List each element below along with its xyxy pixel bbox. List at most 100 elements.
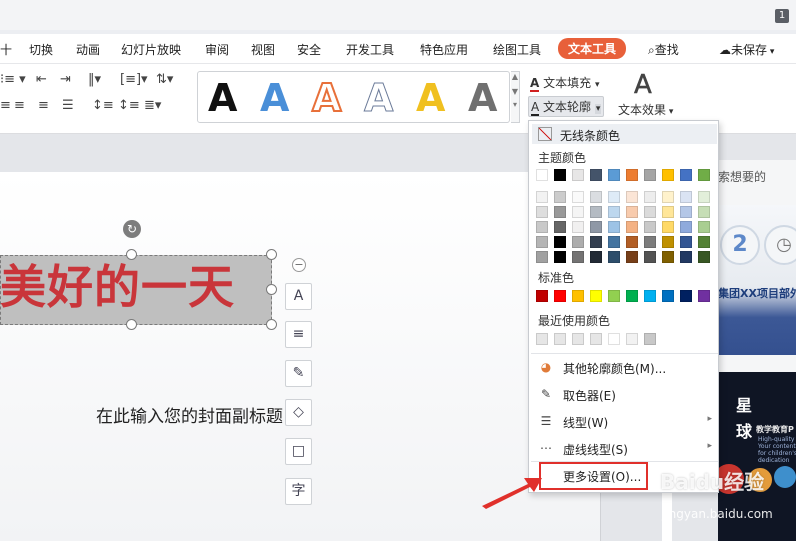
paragraph-spacing-icon[interactable]: ↕≡: [118, 98, 140, 113]
resize-handle-bottom[interactable]: [126, 319, 137, 330]
theme-shade-swatch[interactable]: [698, 206, 710, 218]
theme-shade-swatch[interactable]: [644, 221, 656, 233]
text-outline-button[interactable]: A 文本轮廓 ▾: [528, 96, 605, 117]
theme-shade-swatch[interactable]: [554, 191, 566, 203]
resize-handle-bottom-right[interactable]: [266, 319, 277, 330]
theme-shade-swatch[interactable]: [626, 206, 638, 218]
text-box-icon[interactable]: [≡]▾: [120, 72, 148, 87]
recent-color-swatch[interactable]: [644, 333, 656, 345]
text-style-gallery[interactable]: A A A A A A: [197, 71, 510, 123]
eyedropper-item[interactable]: ✎ 取色器(E): [531, 384, 718, 406]
style-sample-orange-outline[interactable]: A: [311, 75, 342, 121]
unsaved-status[interactable]: ☁未保存 ▾: [719, 41, 774, 58]
theme-shade-swatch[interactable]: [662, 236, 674, 248]
tab-text-tools[interactable]: 文本工具: [558, 38, 627, 59]
theme-shade-swatch[interactable]: [662, 251, 674, 263]
template-search-hint[interactable]: 索想要的: [718, 168, 766, 185]
tab-drawing-tools[interactable]: 绘图工具: [493, 41, 541, 58]
theme-shade-swatch[interactable]: [698, 236, 710, 248]
theme-shade-swatch[interactable]: [590, 191, 602, 203]
theme-shade-swatch[interactable]: [554, 206, 566, 218]
theme-shade-swatch[interactable]: [572, 251, 584, 263]
style-sample-gold[interactable]: A: [416, 76, 445, 120]
resize-handle-right[interactable]: [266, 284, 277, 295]
tab-review[interactable]: 审阅: [205, 41, 229, 58]
theme-shade-swatch[interactable]: [680, 251, 692, 263]
theme-shade-swatch[interactable]: [536, 236, 548, 248]
theme-shade-swatch[interactable]: [590, 221, 602, 233]
theme-shade-swatch[interactable]: [680, 236, 692, 248]
theme-shade-swatch[interactable]: [536, 221, 548, 233]
theme-shade-swatch[interactable]: [626, 251, 638, 263]
theme-color-swatch[interactable]: [536, 169, 548, 181]
dash-type-item[interactable]: ⋯ 虚线线型(S) ▸: [531, 438, 718, 460]
theme-shade-swatch[interactable]: [608, 191, 620, 203]
theme-shade-swatch[interactable]: [698, 221, 710, 233]
text-effect-icon[interactable]: A: [634, 70, 652, 101]
standard-color-swatch[interactable]: [536, 290, 548, 302]
no-line-color-item[interactable]: 无线条颜色: [532, 124, 717, 144]
standard-color-swatch[interactable]: [698, 290, 710, 302]
theme-shade-swatch[interactable]: [662, 191, 674, 203]
theme-shade-swatch[interactable]: [662, 221, 674, 233]
find-button[interactable]: ⌕查找: [648, 41, 679, 58]
theme-shade-swatch[interactable]: [536, 251, 548, 263]
theme-color-swatch[interactable]: [590, 169, 602, 181]
line-weight-item[interactable]: ☰ 线型(W) ▸: [531, 411, 718, 433]
theme-color-swatch[interactable]: [680, 169, 692, 181]
theme-shade-swatch[interactable]: [536, 191, 548, 203]
theme-shade-swatch[interactable]: [644, 251, 656, 263]
recent-color-swatch[interactable]: [590, 333, 602, 345]
fill-float-button[interactable]: ◇: [285, 399, 312, 426]
theme-color-swatch[interactable]: [644, 169, 656, 181]
theme-shade-swatch[interactable]: [590, 251, 602, 263]
align-right-icon[interactable]: ≡: [38, 98, 49, 113]
slide-subtitle[interactable]: 在此输入您的封面副标题: [96, 402, 283, 427]
gallery-scroll[interactable]: ▲ ▼ ▾: [511, 71, 520, 123]
theme-color-swatch[interactable]: [698, 169, 710, 181]
recent-color-swatch[interactable]: [536, 333, 548, 345]
theme-shade-swatch[interactable]: [590, 206, 602, 218]
standard-color-swatch[interactable]: [662, 290, 674, 302]
theme-shade-swatch[interactable]: [590, 236, 602, 248]
standard-color-swatch[interactable]: [644, 290, 656, 302]
theme-shade-swatch[interactable]: [608, 236, 620, 248]
tab-security[interactable]: 安全: [297, 41, 321, 58]
theme-color-swatch[interactable]: [626, 169, 638, 181]
theme-shade-swatch[interactable]: [680, 206, 692, 218]
standard-color-swatch[interactable]: [680, 290, 692, 302]
theme-shade-swatch[interactable]: [644, 191, 656, 203]
resize-handle-top-right[interactable]: [266, 249, 277, 260]
style-sample-gray-outline[interactable]: A: [363, 76, 393, 121]
standard-color-swatch[interactable]: [590, 290, 602, 302]
standard-color-swatch[interactable]: [572, 290, 584, 302]
theme-shade-swatch[interactable]: [626, 221, 638, 233]
recent-color-swatch[interactable]: [572, 333, 584, 345]
theme-shade-swatch[interactable]: [626, 191, 638, 203]
border-float-button[interactable]: □: [285, 438, 312, 465]
recent-color-swatch[interactable]: [626, 333, 638, 345]
resize-handle-top[interactable]: [126, 249, 137, 260]
tab-slideshow[interactable]: 幻灯片放映: [121, 41, 181, 58]
text-direction-icon[interactable]: ⇅▾: [156, 72, 173, 87]
theme-shade-swatch[interactable]: [680, 191, 692, 203]
theme-shade-swatch[interactable]: [554, 251, 566, 263]
theme-shade-swatch[interactable]: [608, 206, 620, 218]
text-format-float-button[interactable]: A: [285, 283, 312, 310]
increase-indent-icon[interactable]: ⇥: [60, 72, 71, 87]
font-float-button[interactable]: 字: [285, 478, 312, 505]
theme-shade-swatch[interactable]: [572, 221, 584, 233]
style-sample-gray[interactable]: A: [468, 76, 497, 120]
collapse-icon[interactable]: −: [292, 258, 306, 272]
theme-shade-swatch[interactable]: [680, 221, 692, 233]
tab-special-apps[interactable]: 特色应用: [420, 41, 468, 58]
theme-shade-swatch[interactable]: [554, 236, 566, 248]
theme-color-swatch[interactable]: [608, 169, 620, 181]
theme-shade-swatch[interactable]: [662, 206, 674, 218]
columns-icon[interactable]: ‖▾: [88, 72, 101, 87]
theme-shade-swatch[interactable]: [698, 251, 710, 263]
standard-color-swatch[interactable]: [554, 290, 566, 302]
align-left-icon[interactable]: ≡: [0, 98, 11, 113]
theme-shade-swatch[interactable]: [644, 206, 656, 218]
tab-animation[interactable]: 动画: [76, 41, 100, 58]
